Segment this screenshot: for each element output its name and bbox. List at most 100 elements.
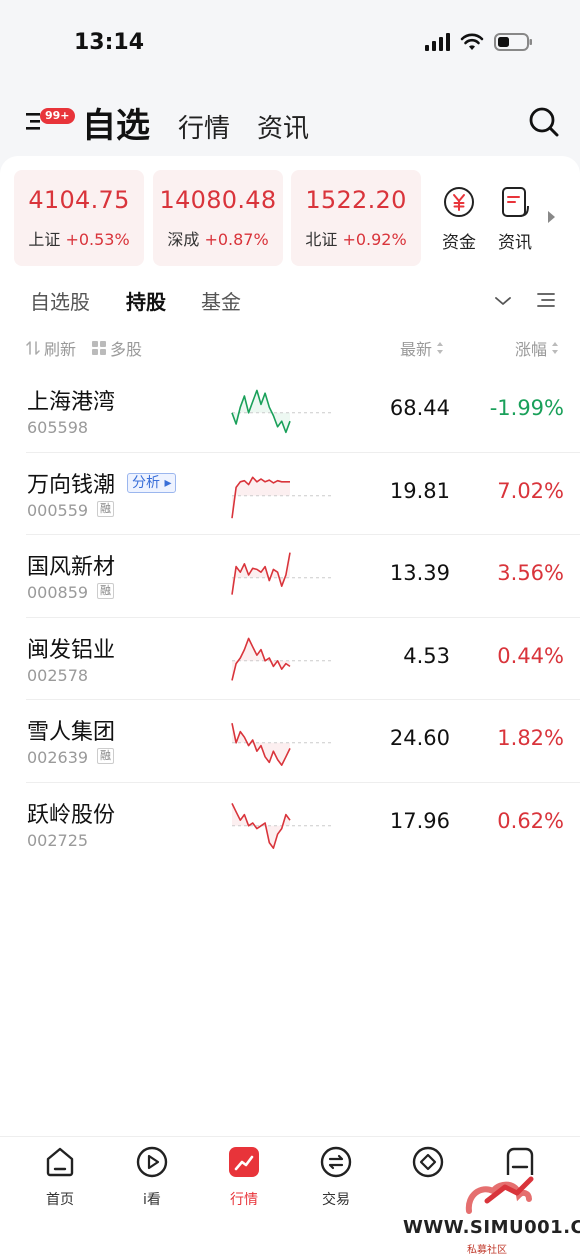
stock-name: 上海港湾 [27, 390, 116, 415]
watermark-subtext: 私募社区 [467, 1245, 507, 1256]
chevron-right-icon[interactable] [546, 210, 556, 224]
stock-name: 雪人集团 [27, 720, 116, 746]
stock-price: 4.53 [403, 643, 450, 668]
refresh-sort-icon [26, 341, 40, 355]
stock-price: 24.60 [389, 726, 450, 751]
tab-news[interactable]: 资讯 [257, 108, 309, 145]
stock-price: 68.44 [389, 396, 450, 420]
stock-name: 万向钱潮 [27, 472, 116, 498]
stock-row[interactable]: 雪人集团 002639 融 24.60 1.82% [0, 700, 580, 783]
sparkline-area [232, 552, 290, 595]
index-card-sh[interactable]: 4104.75 上证 +0.53% [14, 170, 144, 266]
top-header: 99+ 自选 行情 资讯 [0, 90, 580, 154]
sparkline-chart [231, 389, 334, 434]
analysis-tag[interactable]: 分析 ▸ [127, 472, 177, 493]
diamond-icon [412, 1146, 444, 1178]
sparkline-chart [231, 723, 334, 767]
status-icons [425, 32, 534, 52]
latest-label: 最新 [400, 340, 433, 359]
multi-stock-label: 多股 [110, 340, 143, 359]
margin-tag: 融 [97, 748, 114, 765]
list-settings-icon[interactable] [536, 290, 556, 310]
funds-button[interactable]: 资金 [434, 186, 484, 266]
home-icon [46, 1147, 74, 1177]
margin-tag: 融 [97, 583, 114, 600]
stock-price: 17.96 [389, 808, 450, 833]
subtab-watchlist[interactable]: 自选股 [30, 286, 90, 315]
sparkline-chart [231, 803, 334, 849]
subtab-holdings[interactable]: 持股 [126, 286, 166, 315]
yuan-icon [444, 187, 474, 217]
index-name: 北证 [305, 230, 338, 249]
bottom-nav: 首页 i看 行情 交易 WWW.SIMU001.C 私募社区 [0, 1136, 580, 1257]
news-label: 资讯 [498, 233, 532, 253]
change-label: 涨幅 [515, 340, 548, 359]
nav-trade[interactable]: 交易 [296, 1145, 376, 1209]
stock-change: -1.99% [489, 396, 564, 420]
stock-row[interactable]: 国风新材 000859 融 13.39 3.56% [0, 535, 580, 618]
index-card-bj[interactable]: 1522.20 北证 +0.92% [291, 170, 421, 266]
stock-name: 跃岭股份 [27, 802, 116, 828]
index-change: +0.53% [65, 230, 130, 249]
index-value: 1522.20 [305, 186, 407, 214]
column-header: 刷新 多股 最新 涨幅 [0, 332, 580, 360]
sparkline-area [232, 476, 290, 518]
nav-home[interactable]: 首页 [20, 1145, 100, 1209]
sort-latest-button[interactable]: 最新 [400, 336, 444, 360]
stock-code: 000859 [27, 583, 89, 603]
chevron-down-icon[interactable] [494, 292, 512, 310]
status-time: 13:14 [74, 30, 145, 55]
nav-label: 交易 [322, 1192, 350, 1208]
main-content: 4104.75 上证 +0.53% 14080.48 深成 +0.87% 152… [0, 156, 580, 1136]
margin-tag: 融 [97, 500, 114, 517]
tab-market[interactable]: 行情 [178, 108, 230, 145]
multi-stock-button[interactable]: 多股 [92, 336, 142, 360]
nav-label: i看 [143, 1192, 161, 1208]
sort-change-button[interactable]: 涨幅 [515, 336, 559, 360]
stock-code: 002578 [27, 665, 89, 685]
index-card-sz[interactable]: 14080.48 深成 +0.87% [153, 170, 283, 266]
subtab-bar: 自选股 持股 基金 [0, 284, 580, 320]
index-change: +0.92% [342, 230, 407, 249]
site-watermark: WWW.SIMU001.CN 私募社区 [403, 1176, 580, 1257]
stock-change: 0.62% [497, 808, 564, 833]
index-name: 上证 [28, 230, 61, 249]
trade-icon [320, 1146, 352, 1178]
sparkline-chart [231, 476, 334, 518]
app-screen: 13:14 99+ 自选 行情 资讯 4104.75 上证 +0.53% 140… [0, 0, 580, 1257]
subtab-funds[interactable]: 基金 [201, 286, 241, 315]
sparkline-area [232, 723, 290, 766]
stock-row[interactable]: 闽发铝业 002578 4.53 0.44% [0, 618, 580, 701]
funds-label: 资金 [442, 233, 476, 253]
nav-watch[interactable]: i看 [112, 1145, 192, 1209]
index-change: +0.87% [204, 230, 269, 249]
sparkline-chart [231, 552, 334, 595]
nav-market[interactable]: 行情 [204, 1145, 284, 1209]
play-icon [136, 1146, 168, 1178]
news-button[interactable]: 资讯 [490, 186, 540, 266]
battery-icon [494, 33, 532, 51]
cellular-signal-icon [425, 33, 450, 51]
stock-name: 闽发铝业 [27, 637, 116, 663]
stock-code: 002725 [27, 830, 89, 850]
stock-list: 上海港湾 605598 68.44 -1.99% 万向钱潮 分析 ▸ 000559 融 19.8… [0, 370, 580, 866]
news-icon [502, 187, 529, 217]
sparkline-chart [231, 637, 334, 681]
stock-change: 3.56% [497, 561, 564, 586]
stock-row[interactable]: 跃岭股份 002725 17.96 0.62% [0, 783, 580, 866]
stock-name: 国风新材 [27, 555, 116, 581]
sort-icon [552, 342, 559, 354]
grid-icon [92, 341, 106, 355]
stock-code: 000559 [27, 500, 89, 520]
index-value: 4104.75 [28, 186, 130, 214]
stock-row[interactable]: 万向钱潮 分析 ▸ 000559 融 19.81 7.02% [0, 453, 580, 536]
notification-badge: 99+ [40, 108, 75, 124]
stock-code: 605598 [27, 418, 89, 437]
search-icon[interactable] [528, 106, 560, 138]
tab-watchlist[interactable]: 自选 [82, 98, 150, 147]
analysis-tag-label: 分析 [132, 474, 160, 491]
watermark-logo-icon [465, 1176, 534, 1214]
nav-label: 首页 [46, 1192, 74, 1208]
stock-row[interactable]: 上海港湾 605598 68.44 -1.99% [0, 370, 580, 453]
refresh-button[interactable]: 刷新 [26, 336, 76, 360]
